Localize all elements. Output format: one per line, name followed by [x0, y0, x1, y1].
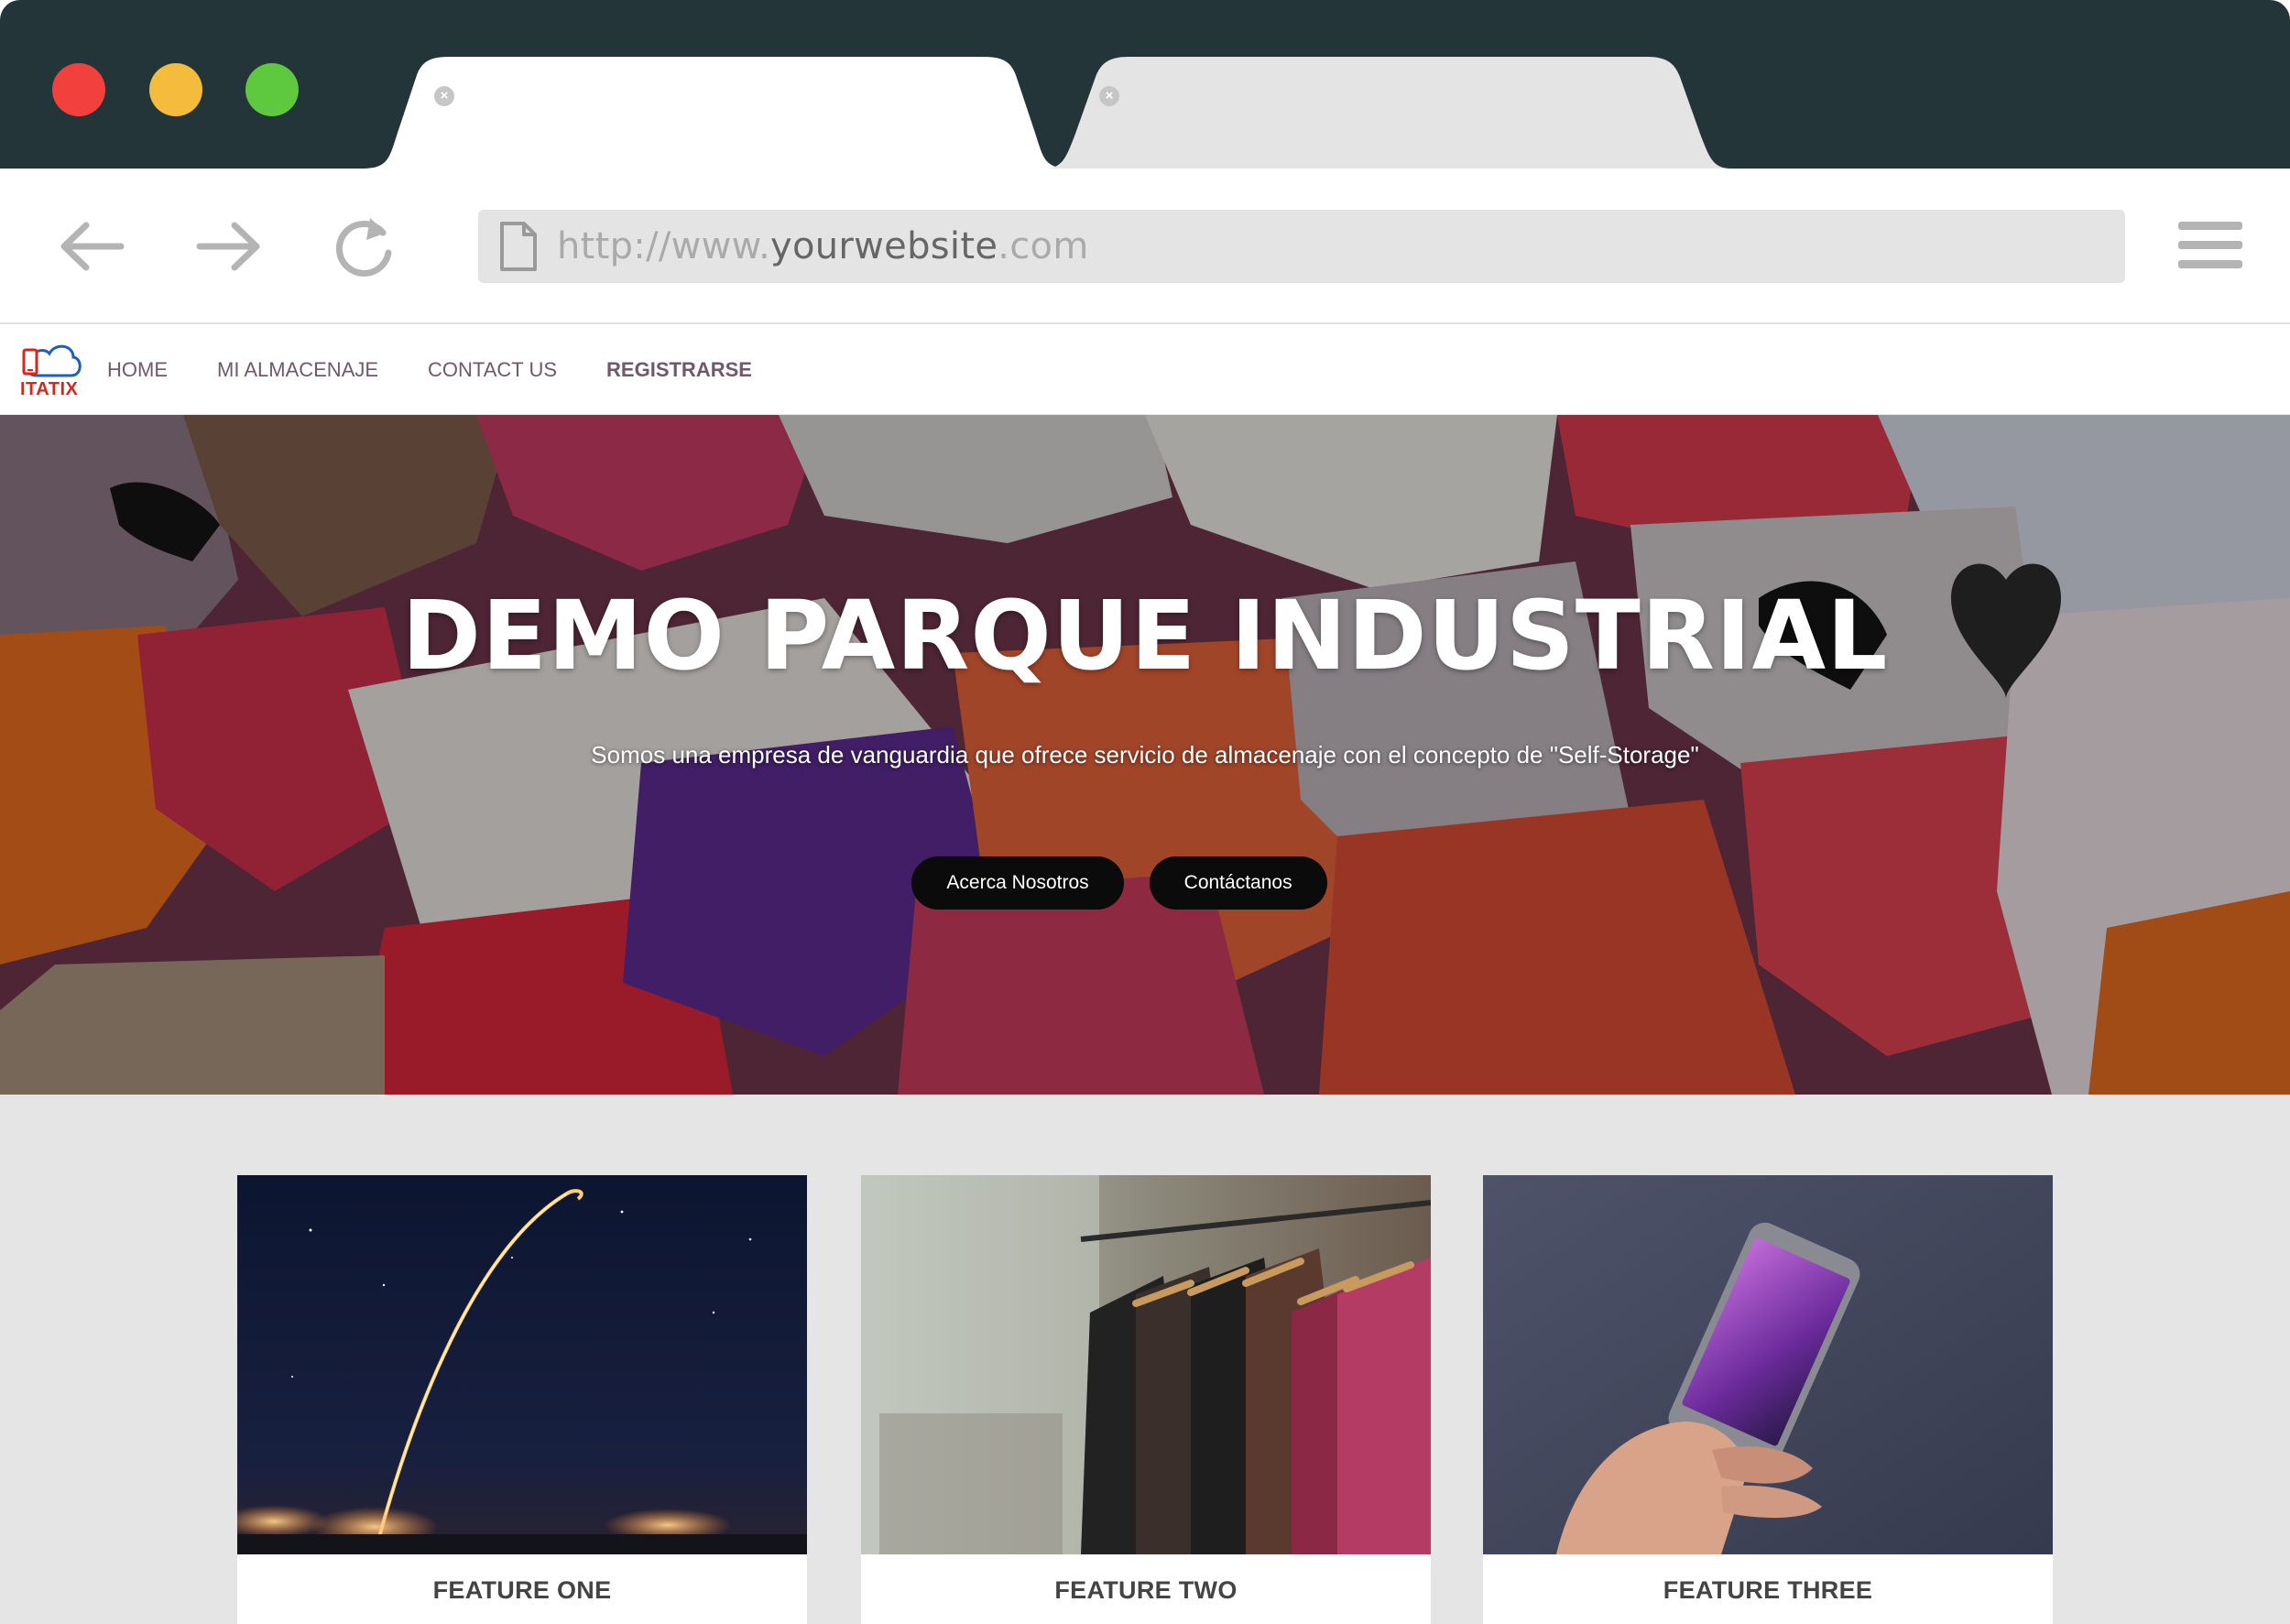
hero-title: DEMO PARQUE INDUSTRIAL	[401, 580, 1889, 692]
feature-card-three[interactable]: FEATURE THREE	[1483, 1175, 2053, 1624]
browser-toolbar: http://www.yourwebsite.com	[0, 169, 2290, 324]
browser-tab-inactive[interactable]: ×	[1044, 57, 1731, 169]
close-window-button[interactable]	[52, 63, 105, 116]
smartphone-in-hand-image	[1483, 1175, 2053, 1554]
nav-link-registrarse[interactable]: REGISTRARSE	[606, 358, 752, 382]
address-bar[interactable]: http://www.yourwebsite.com	[478, 210, 2125, 283]
minimize-window-button[interactable]	[149, 63, 202, 116]
feature-title: FEATURE ONE	[432, 1576, 612, 1604]
hero-buttons: Acerca Nosotros Contáctanos	[0, 856, 2290, 910]
browser-titlebar: × ×	[0, 0, 2290, 169]
reload-icon[interactable]	[330, 213, 403, 280]
nav-link-home[interactable]: HOME	[107, 358, 168, 382]
tab-close-icon[interactable]: ×	[1099, 86, 1119, 106]
contact-button[interactable]: Contáctanos	[1149, 856, 1327, 910]
nav-link-contact-us[interactable]: CONTACT US	[428, 358, 557, 382]
feature-card-two[interactable]: FEATURE TWO	[861, 1175, 1431, 1624]
rocket-launch-image	[237, 1175, 807, 1554]
nav-link-mi-almacenaje[interactable]: MI ALMACENAJE	[217, 358, 378, 382]
document-icon	[500, 222, 537, 271]
cloud-phone-logo-icon	[22, 344, 82, 377]
clothes-rack-image	[861, 1175, 1431, 1554]
forward-arrow-icon[interactable]	[192, 213, 266, 280]
site-logo[interactable]: ITATIX	[20, 341, 86, 399]
maximize-window-button[interactable]	[245, 63, 299, 116]
feature-card-one[interactable]: FEATURE ONE	[237, 1175, 807, 1624]
feature-title: FEATURE TWO	[1054, 1576, 1238, 1604]
url-text: http://www.yourwebsite.com	[557, 225, 1089, 267]
browser-tab-active[interactable]: ×	[362, 57, 1071, 169]
site-navbar: ITATIX HOME MI ALMACENAJE CONTACT US REG…	[0, 324, 2290, 415]
tab-close-icon[interactable]: ×	[434, 86, 454, 106]
hamburger-menu-icon[interactable]	[2178, 222, 2242, 273]
about-us-button[interactable]: Acerca Nosotros	[911, 856, 1124, 910]
logo-text: ITATIX	[20, 379, 79, 399]
nav-links: HOME MI ALMACENAJE CONTACT US REGISTRARS…	[107, 324, 802, 415]
back-arrow-icon[interactable]	[55, 213, 128, 280]
features-section: FEATURE ONE FEATURE TWO FEATURE THREE	[0, 1095, 2290, 1624]
hero-subtitle: Somos una empresa de vanguardia que ofre…	[591, 741, 1699, 768]
feature-title: FEATURE THREE	[1663, 1576, 1873, 1604]
hero-section: DEMO PARQUE INDUSTRIAL Somos una empresa…	[0, 415, 2290, 1095]
